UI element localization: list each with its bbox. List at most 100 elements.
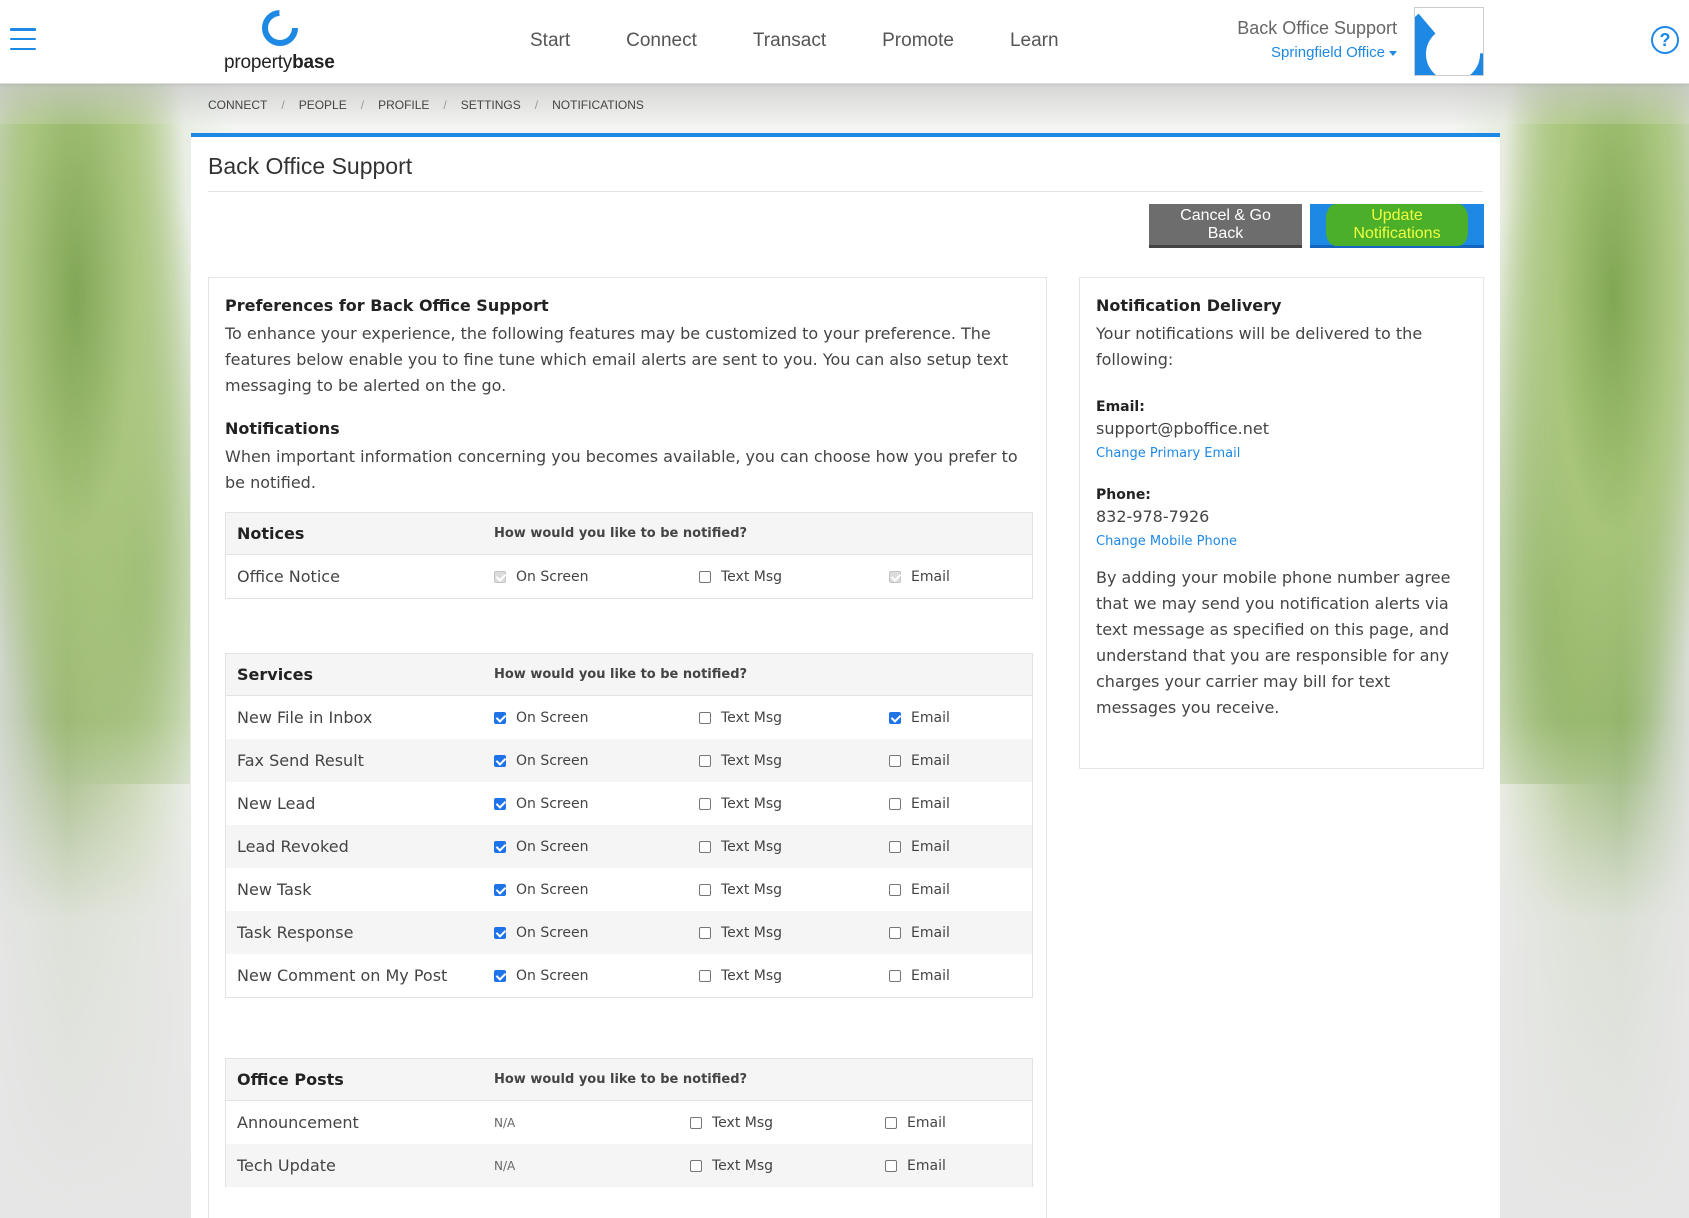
nav-start[interactable]: Start xyxy=(530,30,570,52)
email-checkbox[interactable] xyxy=(889,840,901,853)
table-row: New Task On Screen Text Msg Email xyxy=(226,868,1032,911)
nav-promote[interactable]: Promote xyxy=(882,30,954,52)
text-msg-option[interactable]: Text Msg xyxy=(699,569,889,585)
nav-transact[interactable]: Transact xyxy=(753,30,826,52)
preferences-panel: Preferences for Back Office Support To e… xyxy=(208,277,1047,1218)
on-screen-checkbox[interactable] xyxy=(494,883,506,896)
text-msg-checkbox[interactable] xyxy=(690,1116,702,1129)
breadcrumb-settings[interactable]: SETTINGS xyxy=(461,98,521,112)
email-checkbox[interactable] xyxy=(889,926,901,939)
row-label: Office Notice xyxy=(237,567,340,586)
email-option[interactable]: Email xyxy=(889,753,1029,769)
email-checkbox[interactable] xyxy=(889,754,901,767)
table-row: New Comment on My Post On Screen Text Ms… xyxy=(226,954,1032,997)
on-screen-na: N/A xyxy=(494,1115,516,1130)
text-msg-checkbox[interactable] xyxy=(699,883,711,896)
email-checkbox[interactable] xyxy=(889,711,901,724)
text-msg-option[interactable]: Text Msg xyxy=(699,882,889,898)
on-screen-checkbox[interactable] xyxy=(494,926,506,939)
text-msg-option[interactable]: Text Msg xyxy=(699,925,889,941)
text-msg-checkbox[interactable] xyxy=(699,754,711,767)
update-notifications-button[interactable]: Update Notifications xyxy=(1310,203,1484,248)
text-msg-option[interactable]: Text Msg xyxy=(690,1115,885,1131)
text-msg-checkbox[interactable] xyxy=(699,570,711,583)
table-row: New Lead On Screen Text Msg Email xyxy=(226,782,1032,825)
email-checkbox[interactable] xyxy=(885,1159,897,1172)
text-msg-option[interactable]: Text Msg xyxy=(699,710,889,726)
breadcrumb-people[interactable]: PEOPLE xyxy=(299,98,347,112)
office-selector[interactable]: Springfield Office xyxy=(1237,44,1397,61)
text-msg-checkbox[interactable] xyxy=(699,840,711,853)
user-menu[interactable]: Back Office Support Springfield Office xyxy=(1237,18,1397,61)
title-divider xyxy=(208,191,1483,192)
email-option[interactable]: Email xyxy=(889,882,1029,898)
propertybase-logo[interactable]: propertybase xyxy=(222,10,352,73)
email-option[interactable]: Email xyxy=(889,569,1029,585)
email-checkbox[interactable] xyxy=(889,969,901,982)
hamburger-menu-icon[interactable] xyxy=(10,28,36,50)
notify-question: How would you like to be notified? xyxy=(494,667,748,682)
avatar[interactable] xyxy=(1414,7,1484,76)
row-label: Tech Update xyxy=(237,1156,336,1175)
email-checkbox[interactable] xyxy=(889,797,901,810)
on-screen-checkbox[interactable] xyxy=(494,711,506,724)
on-screen-checkbox[interactable] xyxy=(494,969,506,982)
breadcrumb-notifications[interactable]: NOTIFICATIONS xyxy=(552,98,644,112)
on-screen-option[interactable]: On Screen xyxy=(494,925,699,941)
on-screen-checkbox[interactable] xyxy=(494,797,506,810)
email-option[interactable]: Email xyxy=(889,796,1029,812)
table-row: Fax Send Result On Screen Text Msg Email xyxy=(226,739,1032,782)
logo-mark-icon xyxy=(262,10,298,46)
email-option[interactable]: Email xyxy=(889,710,1029,726)
change-primary-email-link[interactable]: Change Primary Email xyxy=(1096,446,1240,461)
nav-connect[interactable]: Connect xyxy=(626,30,697,52)
nav-learn[interactable]: Learn xyxy=(1010,30,1059,52)
email-option[interactable]: Email xyxy=(889,839,1029,855)
text-msg-option[interactable]: Text Msg xyxy=(699,753,889,769)
text-msg-checkbox[interactable] xyxy=(690,1159,702,1172)
text-msg-option[interactable]: Text Msg xyxy=(699,839,889,855)
email-option[interactable]: Email xyxy=(885,1115,1025,1131)
on-screen-option[interactable]: On Screen xyxy=(494,710,699,726)
email-option[interactable]: Email xyxy=(885,1158,1025,1174)
text-msg-option[interactable]: Text Msg xyxy=(699,796,889,812)
on-screen-option[interactable]: On Screen xyxy=(494,569,699,585)
on-screen-option[interactable]: On Screen xyxy=(494,753,699,769)
email-value: support@pboffice.net xyxy=(1096,419,1269,438)
help-icon[interactable]: ? xyxy=(1651,26,1679,54)
cancel-go-back-button[interactable]: Cancel & Go Back xyxy=(1149,204,1302,248)
table-row: Office Notice On Screen Text Msg Email xyxy=(226,555,1032,598)
on-screen-checkbox[interactable] xyxy=(494,754,506,767)
text-msg-checkbox[interactable] xyxy=(699,969,711,982)
background-foliage-left xyxy=(0,84,190,784)
email-checkbox[interactable] xyxy=(885,1116,897,1129)
on-screen-option[interactable]: On Screen xyxy=(494,839,699,855)
email-option[interactable]: Email xyxy=(889,925,1029,941)
top-navigation-bar: propertybase Start Connect Transact Prom… xyxy=(0,0,1689,84)
row-label: Task Response xyxy=(237,923,354,942)
on-screen-option[interactable]: On Screen xyxy=(494,968,699,984)
change-mobile-phone-link[interactable]: Change Mobile Phone xyxy=(1096,534,1237,549)
email-label: Email: xyxy=(1096,399,1145,415)
text-msg-checkbox[interactable] xyxy=(699,711,711,724)
background-foliage-right xyxy=(1499,84,1689,784)
email-option[interactable]: Email xyxy=(889,968,1029,984)
email-checkbox[interactable] xyxy=(889,883,901,896)
notify-question: How would you like to be notified? xyxy=(494,1072,748,1087)
on-screen-option[interactable]: On Screen xyxy=(494,796,699,812)
text-msg-checkbox[interactable] xyxy=(699,797,711,810)
breadcrumb-connect[interactable]: CONNECT xyxy=(208,98,267,112)
row-label: Announcement xyxy=(237,1113,359,1132)
text-msg-checkbox[interactable] xyxy=(699,926,711,939)
notifications-heading: Notifications xyxy=(225,419,340,438)
services-table: Services How would you like to be notifi… xyxy=(225,653,1033,998)
text-msg-option[interactable]: Text Msg xyxy=(690,1158,885,1174)
on-screen-option[interactable]: On Screen xyxy=(494,882,699,898)
table-row: Lead Revoked On Screen Text Msg Email xyxy=(226,825,1032,868)
section-title: Office Posts xyxy=(237,1070,344,1089)
on-screen-checkbox[interactable] xyxy=(494,840,506,853)
text-msg-option[interactable]: Text Msg xyxy=(699,968,889,984)
breadcrumb-profile[interactable]: PROFILE xyxy=(378,98,429,112)
notices-table: Notices How would you like to be notifie… xyxy=(225,512,1033,599)
breadcrumb-separator: / xyxy=(360,98,365,112)
